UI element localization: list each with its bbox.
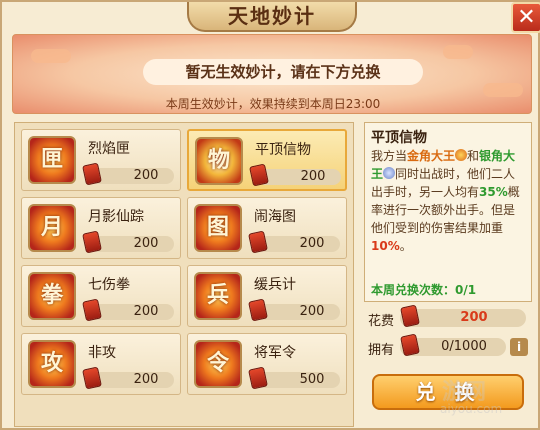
golden-king-icon bbox=[455, 149, 468, 161]
token-icon bbox=[82, 162, 102, 186]
banner-message: 暂无生效妙计，请在下方兑换 bbox=[143, 59, 423, 85]
watermark-url: aiyou.com bbox=[440, 402, 503, 416]
detail-description: 我方当金角大王 和银角大王 同时出战时，他们二人出手时，另一人均有35%概率进行一次… bbox=[371, 147, 525, 255]
strategy-name: 闹海图 bbox=[254, 209, 296, 225]
cloud-ornament bbox=[443, 45, 473, 59]
desc-text: 。 bbox=[399, 239, 412, 253]
own-label: 拥有 bbox=[368, 343, 395, 358]
desc-text: 和 bbox=[467, 149, 480, 163]
strategy-icon-glyph: 月 bbox=[40, 215, 63, 240]
cost-label: 花费 bbox=[368, 314, 395, 329]
token-icon bbox=[400, 304, 420, 328]
strategy-cost: 200 bbox=[133, 168, 159, 183]
detail-title: 平顶信物 bbox=[371, 130, 427, 146]
strategy-icon: 令 bbox=[194, 340, 242, 388]
strategy-cost: 200 bbox=[133, 372, 159, 387]
strategy-icon: 匣 bbox=[28, 136, 76, 184]
strategy-icon-glyph: 令 bbox=[206, 351, 229, 376]
window-title: 天地妙计 bbox=[187, 2, 357, 32]
strategy-item-缓兵计[interactable]: 兵 缓兵计 200 bbox=[187, 265, 347, 327]
strategy-icon-glyph: 匣 bbox=[40, 147, 63, 172]
strategy-cost: 200 bbox=[299, 304, 325, 319]
strategy-item-月影仙踪[interactable]: 月 月影仙踪 200 bbox=[21, 197, 181, 259]
token-icon bbox=[248, 298, 268, 322]
token-icon bbox=[248, 230, 268, 254]
token-icon bbox=[249, 163, 269, 187]
token-icon bbox=[248, 366, 268, 390]
close-button[interactable]: ✕ bbox=[511, 2, 540, 33]
strategy-item-将军令[interactable]: 令 将军令 500 bbox=[187, 333, 347, 395]
info-button[interactable]: i bbox=[510, 338, 528, 356]
strategy-icon: 月 bbox=[28, 204, 76, 252]
weekly-exchange-count: 本周兑换次数：0/1 bbox=[371, 283, 477, 297]
silver-king-icon bbox=[383, 167, 396, 179]
token-icon bbox=[82, 298, 102, 322]
active-strategy-banner: 暂无生效妙计，请在下方兑换 本周生效妙计，效果持续到本周日23:00 bbox=[12, 34, 532, 114]
strategy-icon: 兵 bbox=[194, 272, 242, 320]
token-icon bbox=[82, 366, 102, 390]
strategy-name: 非攻 bbox=[88, 345, 116, 361]
strategy-cost: 500 bbox=[299, 372, 325, 387]
strategy-cost: 200 bbox=[300, 169, 326, 184]
strategy-icon-glyph: 兵 bbox=[206, 283, 229, 308]
strategy-cost: 200 bbox=[299, 236, 325, 251]
strategy-icon-glyph: 图 bbox=[206, 215, 229, 240]
desc-percent: 10% bbox=[371, 239, 400, 253]
strategy-icon: 拳 bbox=[28, 272, 76, 320]
cloud-ornament bbox=[31, 49, 71, 63]
strategy-name: 七伤拳 bbox=[88, 277, 130, 293]
strategy-detail-panel: 平顶信物 我方当金角大王 和银角大王 同时出战时，他们二人出手时，另一人均有35%概… bbox=[364, 122, 532, 302]
strategy-icon-glyph: 攻 bbox=[40, 351, 63, 376]
own-value: 0/1000 bbox=[441, 339, 487, 354]
desc-hero-golden: 金角大王 bbox=[407, 149, 456, 163]
strategy-name: 平顶信物 bbox=[255, 142, 311, 158]
own-value-bar: 0/1000 bbox=[400, 333, 506, 357]
strategy-cost: 200 bbox=[133, 304, 159, 319]
strategy-cost: 200 bbox=[133, 236, 159, 251]
cost-value-bar: 200 bbox=[400, 304, 526, 328]
banner-subtitle: 本周生效妙计，效果持续到本周日23:00 bbox=[165, 97, 381, 111]
token-icon bbox=[82, 230, 102, 254]
cost-value: 200 bbox=[460, 310, 488, 325]
strategy-item-平顶信物[interactable]: 物 平顶信物 200 bbox=[187, 129, 347, 191]
strategy-item-闹海图[interactable]: 图 闹海图 200 bbox=[187, 197, 347, 259]
strategy-name: 月影仙踪 bbox=[88, 209, 144, 225]
strategy-name: 缓兵计 bbox=[254, 277, 296, 293]
strategy-item-非攻[interactable]: 攻 非攻 200 bbox=[21, 333, 181, 395]
strategy-icon-glyph: 物 bbox=[207, 148, 230, 173]
strategy-name: 烈焰匣 bbox=[88, 141, 130, 157]
strategy-name: 将军令 bbox=[254, 345, 296, 361]
desc-percent: 35% bbox=[479, 185, 508, 199]
strategy-icon: 攻 bbox=[28, 340, 76, 388]
strategy-item-烈焰匣[interactable]: 匣 烈焰匣 200 bbox=[21, 129, 181, 191]
token-icon bbox=[400, 333, 420, 357]
strategy-icon: 图 bbox=[194, 204, 242, 252]
main-panel: 天地妙计 ✕ 暂无生效妙计，请在下方兑换 本周生效妙计，效果持续到本周日23:0… bbox=[0, 0, 540, 430]
strategy-icon: 物 bbox=[195, 137, 243, 185]
strategy-grid: 匣 烈焰匣 200 物 平顶信物 200 月 月影仙踪 200 图 闹海图 20… bbox=[14, 122, 354, 427]
strategy-item-七伤拳[interactable]: 拳 七伤拳 200 bbox=[21, 265, 181, 327]
desc-text: 我方当 bbox=[371, 149, 408, 163]
strategy-icon-glyph: 拳 bbox=[40, 283, 63, 308]
